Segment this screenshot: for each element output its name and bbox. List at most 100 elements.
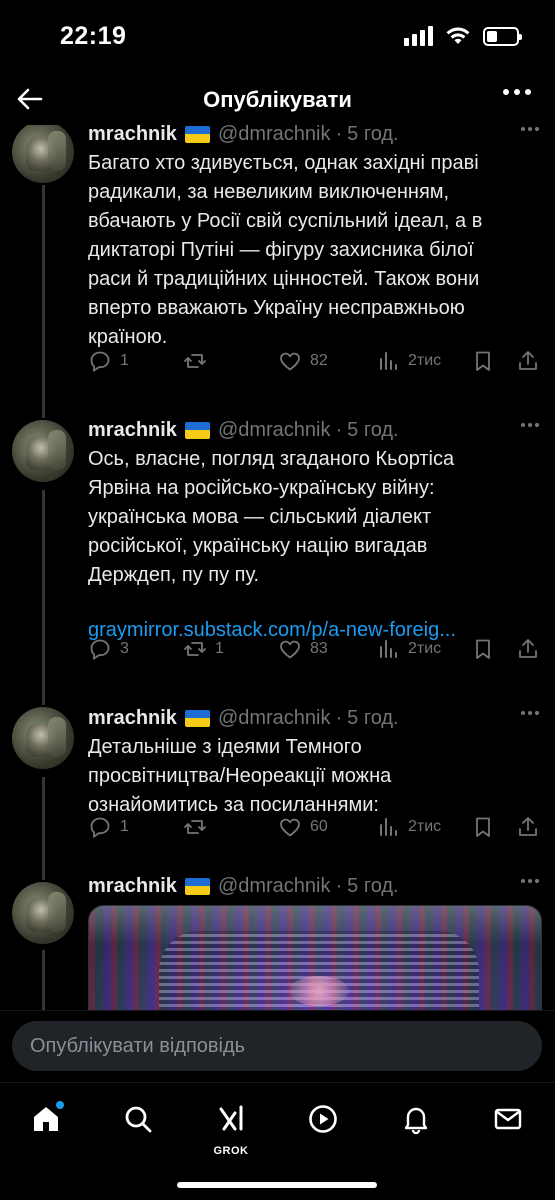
- avatar[interactable]: [12, 882, 74, 944]
- reply-button[interactable]: 1: [88, 349, 129, 373]
- thread-connector: [42, 490, 45, 697]
- tweet[interactable]: mrachnik @dmrachnik · 5 год. Детальніше …: [0, 697, 555, 875]
- thread-connector: [42, 777, 45, 875]
- tab-search[interactable]: [118, 1099, 158, 1139]
- bookmark-icon: [476, 639, 490, 659]
- reply-composer: Опублікувати відповідь: [0, 1010, 555, 1082]
- thread-connector: [42, 950, 45, 1010]
- bookmark-button[interactable]: [471, 349, 495, 373]
- tweet-header: mrachnik @dmrachnik · 5 год.: [88, 125, 539, 147]
- tweet-more-button[interactable]: [521, 423, 539, 427]
- author-name[interactable]: mrachnik: [88, 707, 177, 730]
- tweet-text: Багато хто здивується, однак західні пра…: [88, 152, 483, 348]
- bookmark-icon: [476, 817, 490, 837]
- author-handle[interactable]: @dmrachnik: [218, 875, 331, 898]
- retweet-button[interactable]: [183, 349, 215, 373]
- reply-icon: [90, 817, 110, 839]
- back-button[interactable]: [14, 83, 46, 115]
- separator: ·: [335, 125, 343, 145]
- author-name[interactable]: mrachnik: [88, 875, 177, 898]
- separator: ·: [335, 706, 343, 729]
- tweet-text: Ось, власне, погляд згаданого Кьортіса Я…: [88, 448, 455, 586]
- retweet-count: 1: [215, 640, 224, 657]
- avatar[interactable]: [12, 125, 74, 183]
- reply-input[interactable]: Опублікувати відповідь: [12, 1021, 542, 1071]
- tweet-more-button[interactable]: [521, 127, 539, 131]
- tab-video[interactable]: [303, 1099, 343, 1139]
- timestamp[interactable]: 5 год.: [347, 707, 398, 730]
- reply-button[interactable]: 3: [88, 637, 129, 661]
- reply-icon: [90, 351, 110, 373]
- views-button[interactable]: 2тис: [376, 349, 441, 373]
- share-icon: [519, 639, 537, 658]
- avatar[interactable]: [12, 420, 74, 482]
- like-button[interactable]: 82: [278, 349, 328, 373]
- thread-connector: [42, 697, 45, 705]
- share-button[interactable]: [516, 349, 540, 373]
- tweet-actions: 3 1 83 2тис: [88, 635, 541, 663]
- play-circle-icon: [309, 1105, 337, 1133]
- author-handle[interactable]: @dmrachnik: [218, 419, 331, 442]
- tab-notifications[interactable]: [396, 1099, 436, 1139]
- wifi-icon: [446, 27, 470, 44]
- bottom-tab-bar: GROK: [0, 1082, 555, 1200]
- battery-fill: [487, 30, 497, 42]
- share-icon: [519, 351, 537, 370]
- timestamp[interactable]: 5 год.: [347, 419, 398, 442]
- views-button[interactable]: 2тис: [376, 637, 441, 661]
- retweet-button[interactable]: [183, 815, 215, 839]
- views-count: 2тис: [408, 352, 442, 369]
- arrow-left-icon: [17, 88, 43, 110]
- reply-count: 1: [120, 818, 129, 835]
- status-time: 22:19: [60, 22, 127, 50]
- tweet[interactable]: mrachnik @dmrachnik · 5 год. Багато хто …: [0, 125, 555, 410]
- views-count: 2тис: [408, 818, 442, 835]
- thread-connector: [42, 185, 45, 410]
- author-handle[interactable]: @dmrachnik: [218, 125, 331, 146]
- top-navigation-bar: Опублікувати: [0, 75, 555, 125]
- reply-count: 1: [120, 352, 129, 369]
- grok-label: GROK: [213, 1145, 249, 1157]
- like-button[interactable]: 60: [278, 815, 328, 839]
- tweet[interactable]: mrachnik @dmrachnik · 5 год. Ось, власне…: [0, 410, 555, 697]
- like-count: 83: [310, 640, 328, 657]
- like-button[interactable]: 83: [278, 637, 328, 661]
- retweet-button[interactable]: 1: [183, 637, 224, 661]
- tab-messages[interactable]: [488, 1099, 528, 1139]
- tweet-header: mrachnik @dmrachnik · 5 год.: [88, 417, 539, 443]
- timestamp[interactable]: 5 год.: [347, 875, 398, 898]
- search-icon: [125, 1106, 152, 1133]
- cellular-signal-icon: [404, 26, 433, 46]
- tweet[interactable]: mrachnik @dmrachnik · 5 год.: [0, 875, 555, 1010]
- author-handle[interactable]: @dmrachnik: [218, 707, 331, 730]
- share-button[interactable]: [516, 815, 540, 839]
- tweet-more-button[interactable]: [521, 711, 539, 715]
- reply-button[interactable]: 1: [88, 815, 129, 839]
- retweet-icon: [184, 354, 206, 368]
- tweet-more-button[interactable]: [521, 879, 539, 883]
- views-count: 2тис: [408, 640, 442, 657]
- tab-home[interactable]: [26, 1099, 66, 1139]
- views-button[interactable]: 2тис: [376, 815, 441, 839]
- heart-icon: [280, 640, 300, 659]
- avatar[interactable]: [12, 707, 74, 769]
- glitch-portrait-image[interactable]: [88, 905, 542, 1010]
- author-name[interactable]: mrachnik: [88, 125, 177, 146]
- grok-icon: [219, 1105, 243, 1131]
- tweet-header: mrachnik @dmrachnik · 5 год.: [88, 873, 539, 899]
- like-count: 60: [310, 818, 328, 835]
- thread-feed[interactable]: mrachnik @dmrachnik · 5 год. Багато хто …: [0, 125, 555, 1010]
- timestamp[interactable]: 5 год.: [347, 125, 398, 146]
- ukraine-flag-icon: [184, 125, 210, 143]
- heart-icon: [280, 818, 300, 837]
- more-options-button[interactable]: [503, 89, 531, 95]
- bookmark-button[interactable]: [471, 815, 495, 839]
- bookmark-button[interactable]: [471, 637, 495, 661]
- bell-icon: [404, 1107, 428, 1135]
- author-name[interactable]: mrachnik: [88, 419, 177, 442]
- ukraine-flag-icon: [184, 877, 210, 895]
- tab-grok[interactable]: GROK: [211, 1099, 251, 1157]
- tweet-header: mrachnik @dmrachnik · 5 год.: [88, 705, 539, 731]
- share-button[interactable]: [516, 637, 540, 661]
- bookmark-icon: [476, 351, 490, 371]
